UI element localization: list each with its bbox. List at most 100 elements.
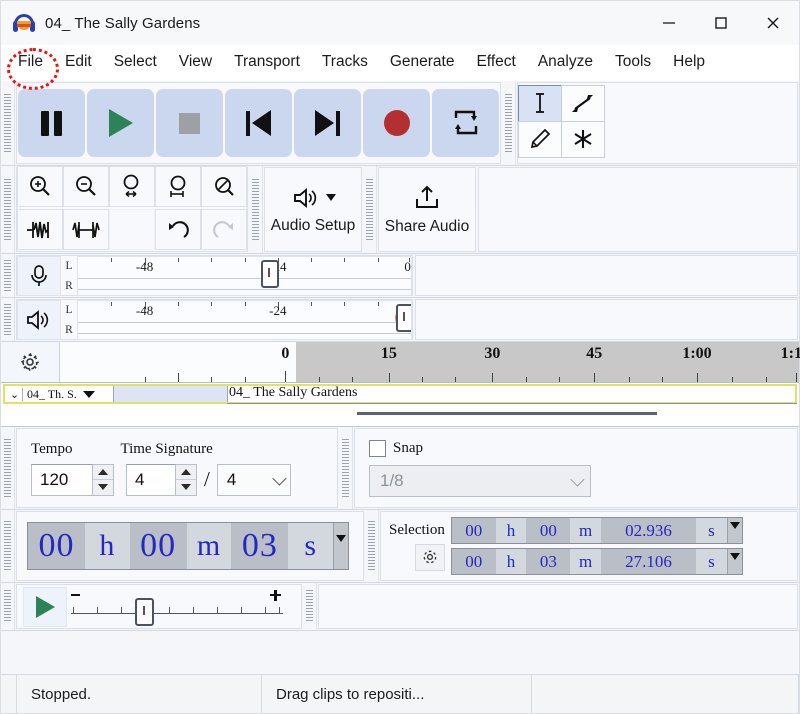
recording-meter-grip[interactable] [1,254,15,297]
share-audio-button[interactable]: Share Audio [379,168,475,251]
redo-button[interactable] [201,209,247,250]
menu-analyze[interactable]: Analyze [527,47,604,77]
menu-tools[interactable]: Tools [604,47,662,77]
track-panel[interactable]: ⌄ 04_ Th. S. 04_ The Sally Gardens [1,383,799,427]
track-control-panel[interactable]: ⌄ 04_ Th. S. [7,386,95,402]
snap-checkbox[interactable] [369,440,386,457]
playback-meter-channel-labels: L R [61,300,77,340]
playback-meter-slider-thumb[interactable] [396,304,412,332]
time-signature-toolbar: Tempo Time Signature 120 4 / [16,428,338,508]
time-sig-stepper-down[interactable] [176,480,196,495]
channel-l-label: L [65,304,72,316]
menu-edit[interactable]: Edit [54,47,103,77]
zoom-toggle-button[interactable] [201,166,247,207]
transport-toolbar-grip[interactable] [1,81,15,165]
record-button[interactable] [363,89,430,157]
menu-help[interactable]: Help [662,47,716,77]
snap-value-select[interactable]: 1/8 [369,465,591,497]
zoom-in-icon [27,174,53,200]
minimize-button[interactable] [643,1,695,45]
edit-toolbar-grip[interactable] [1,166,15,253]
playback-meter-menu-button[interactable] [17,300,61,340]
time-signature-lower-select[interactable]: 4 [217,464,291,496]
audio-setup-button[interactable]: Audio Setup [265,168,361,251]
tempo-stepper-up[interactable] [93,465,113,481]
play-at-speed-button[interactable] [23,587,67,627]
selection-tool[interactable] [518,85,562,122]
selection-start-dropdown[interactable] [727,518,742,543]
time-sig-stepper-up[interactable] [176,465,196,481]
multi-tool[interactable] [561,121,605,158]
timeline-options-button[interactable] [1,342,60,382]
play-speed-slider-thumb[interactable] [135,598,154,626]
playback-meter-dock: L R -48 -24 [1,298,799,342]
time-toolbar-grip[interactable] [1,510,15,582]
tempo-stepper[interactable] [93,464,114,496]
selection-toolbar-grip[interactable] [365,510,379,582]
tools-toolbar [517,82,798,164]
caret-down-icon [336,535,346,542]
chevron-down-icon[interactable]: ⌄ [7,388,23,401]
skip-to-end-button[interactable] [294,89,361,157]
selection-end-display[interactable]: 00 h 03 m 27.106 s [451,548,743,575]
audio-setup-toolbar: Audio Setup [264,167,362,252]
time-signature-grip[interactable] [1,427,15,509]
tools-toolbar-grip[interactable] [502,81,516,165]
track-menu-caret-icon[interactable] [83,391,95,398]
fit-project-button[interactable] [155,166,201,207]
audio-position-display[interactable]: 00 h 00 m 03 s [27,522,349,570]
draw-tool[interactable] [518,121,562,158]
tempo-stepper-down[interactable] [93,480,113,495]
time-signature-upper-input[interactable]: 4 [126,464,176,496]
speed-empty-grip[interactable] [303,583,317,630]
pause-button[interactable] [18,89,85,157]
ruler-label-0: 0 [281,345,289,363]
selection-options-button[interactable] [415,544,445,571]
tempo-input[interactable]: 120 [31,464,93,496]
selection-start-display[interactable]: 00 h 00 m 02.936 s [451,517,743,544]
skip-to-start-button[interactable] [225,89,292,157]
recording-meter-menu-button[interactable] [17,256,61,296]
channel-r-label: R [65,280,73,292]
position-minutes: 00 [130,523,187,569]
play-at-speed-icon [36,596,55,618]
menu-generate[interactable]: Generate [379,47,466,77]
audio-setup-toolbar-grip[interactable] [249,166,263,253]
loop-button[interactable] [432,89,499,157]
envelope-tool[interactable] [561,85,605,122]
filler [1,631,799,674]
selection-end-dropdown[interactable] [727,549,742,574]
trim-audio-button[interactable] [17,209,63,250]
menu-tracks[interactable]: Tracks [311,47,379,77]
menu-transport[interactable]: Transport [223,47,311,77]
timeline-ruler[interactable]: 0 15 30 45 1:00 1:15 [60,342,799,382]
selection-end-minutes-unit: m [570,549,601,574]
playback-meter-bars[interactable]: -48 -24 [77,300,412,340]
arrow-up-icon [98,469,108,475]
playback-meter-grip[interactable] [1,298,15,341]
maximize-button[interactable] [695,1,747,45]
zoom-out-button[interactable] [63,166,109,207]
play-button[interactable] [87,89,154,157]
timeline-loop-region[interactable] [296,342,799,382]
position-format-dropdown[interactable] [333,523,348,569]
menu-view[interactable]: View [168,47,223,77]
play-speed-slider[interactable] [67,587,287,627]
audio-clip-body[interactable] [227,403,797,425]
share-audio-toolbar-grip[interactable] [363,166,377,253]
fit-selection-button[interactable] [109,166,155,207]
snap-toolbar-grip[interactable] [339,427,353,509]
silence-audio-button[interactable] [63,209,109,250]
menu-effect[interactable]: Effect [465,47,526,77]
menu-select[interactable]: Select [103,47,168,77]
close-button[interactable] [747,1,799,45]
stop-button[interactable] [156,89,223,157]
time-signature-upper-stepper[interactable] [176,464,197,496]
play-at-speed-grip[interactable] [1,583,15,630]
menu-file[interactable]: File [7,47,54,77]
track-select-strip[interactable] [113,386,228,402]
recording-meter-slider-thumb[interactable] [261,260,279,288]
undo-button[interactable] [155,209,201,250]
recording-meter-bars[interactable]: -48 -24 0 [77,256,412,296]
zoom-in-button[interactable] [17,166,63,207]
